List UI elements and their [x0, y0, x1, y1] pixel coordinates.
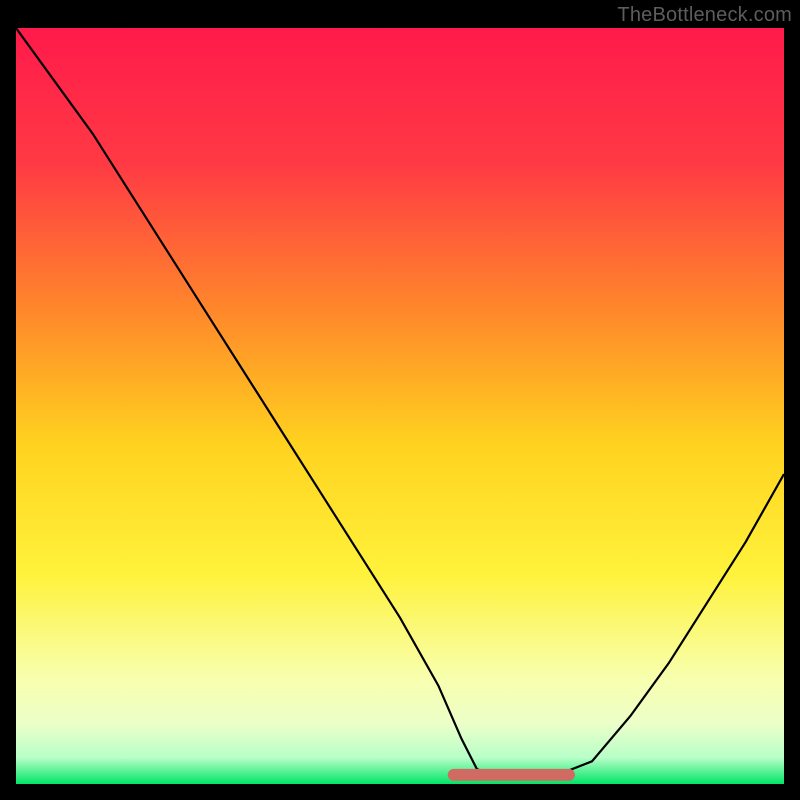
plot-area [16, 28, 784, 784]
curve-layer [16, 28, 784, 784]
bottleneck-curve [16, 28, 784, 776]
credit-watermark: TheBottleneck.com [617, 4, 792, 27]
chart-stage: TheBottleneck.com [0, 0, 800, 800]
